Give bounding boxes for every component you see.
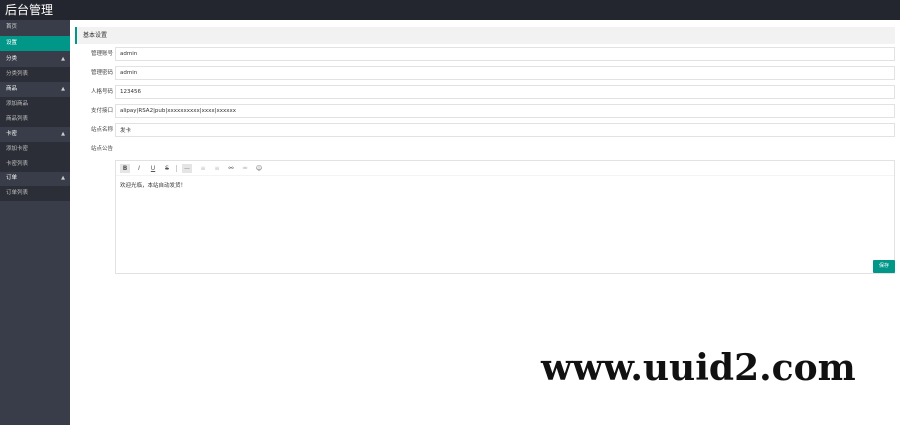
save-button[interactable]: 保存	[873, 260, 895, 273]
unlink-icon[interactable]: ⚮	[240, 164, 250, 173]
bold-icon[interactable]: B	[120, 164, 130, 173]
form-row-site-name: 站点名称	[70, 122, 900, 138]
align-center-icon[interactable]: ≡	[212, 164, 222, 173]
sidebar-group-goods[interactable]: 商品 ▲	[0, 82, 70, 97]
sidebar-item-category-list[interactable]: 分类列表	[0, 67, 70, 82]
italic-icon[interactable]: I	[134, 164, 144, 173]
sidebar-item-order-list[interactable]: 订单列表	[0, 186, 70, 201]
field-label: 支付接口	[90, 108, 113, 114]
field-label: 人格号码	[90, 89, 113, 95]
sidebar-group-label: 分类	[6, 56, 18, 62]
field-label: 管理账号	[90, 51, 113, 57]
align-left-icon[interactable]: ≡	[198, 164, 208, 173]
sidebar-item-home[interactable]: 首页	[0, 20, 70, 35]
sidebar-group-label: 卡密	[6, 131, 18, 137]
form-row-notice: 站点公告	[70, 141, 900, 157]
top-header: 后台管理	[0, 0, 900, 20]
caret-up-icon: ▲	[61, 56, 65, 62]
sidebar-item-goods-list[interactable]: 商品列表	[0, 112, 70, 127]
editor-toolbar: B I U S — ≡ ≡ ⚯ ⚮ ☺	[116, 161, 894, 176]
field-label: 站点公告	[90, 146, 113, 152]
sidebar-nav: 首页 设置 分类 ▲ 分类列表 商品 ▲ 添加商品 商品列表 卡密 ▲ 添加卡密…	[0, 20, 70, 425]
caret-up-icon: ▲	[61, 131, 65, 137]
sidebar-group-category[interactable]: 分类 ▲	[0, 52, 70, 67]
payment-api-input[interactable]	[115, 104, 895, 118]
strikethrough-icon[interactable]: S	[162, 164, 172, 173]
link-icon[interactable]: ⚯	[226, 164, 236, 173]
site-name-input[interactable]	[115, 123, 895, 137]
horizontal-rule-icon[interactable]: —	[182, 164, 192, 173]
sidebar-group-label: 订单	[6, 175, 18, 181]
caret-up-icon: ▲	[61, 86, 65, 92]
field-label: 站点名称	[90, 127, 113, 133]
password-input[interactable]	[115, 66, 895, 80]
notice-editor[interactable]: B I U S — ≡ ≡ ⚯ ⚮ ☺ 欢迎光临，本站自动发货！	[115, 160, 895, 274]
sidebar-group-cards[interactable]: 卡密 ▲	[0, 127, 70, 142]
underline-icon[interactable]: U	[148, 164, 158, 173]
sidebar-group-label: 商品	[6, 86, 18, 92]
toolbar-divider	[176, 165, 177, 172]
sidebar-item-add-card[interactable]: 添加卡密	[0, 142, 70, 157]
emoji-icon[interactable]: ☺	[254, 164, 264, 173]
sidebar-group-orders[interactable]: 订单 ▲	[0, 171, 70, 186]
sidebar-item-add-goods[interactable]: 添加商品	[0, 97, 70, 112]
form-row-contact: 人格号码	[70, 84, 900, 100]
app-title: 后台管理	[5, 3, 54, 17]
caret-up-icon: ▲	[61, 175, 65, 181]
form-row-account: 管理账号	[70, 46, 900, 62]
sidebar-item-settings[interactable]: 设置	[0, 36, 70, 51]
account-input[interactable]	[115, 47, 895, 61]
site-watermark: www.uuid2.com	[541, 347, 856, 389]
contact-input[interactable]	[115, 85, 895, 99]
sidebar-item-card-list[interactable]: 卡密列表	[0, 157, 70, 172]
section-title: 基本设置	[75, 27, 895, 44]
editor-content[interactable]: 欢迎光临，本站自动发货！	[120, 181, 186, 189]
form-row-payment: 支付接口	[70, 103, 900, 119]
form-row-password: 管理密码	[70, 65, 900, 81]
field-label: 管理密码	[90, 70, 113, 76]
